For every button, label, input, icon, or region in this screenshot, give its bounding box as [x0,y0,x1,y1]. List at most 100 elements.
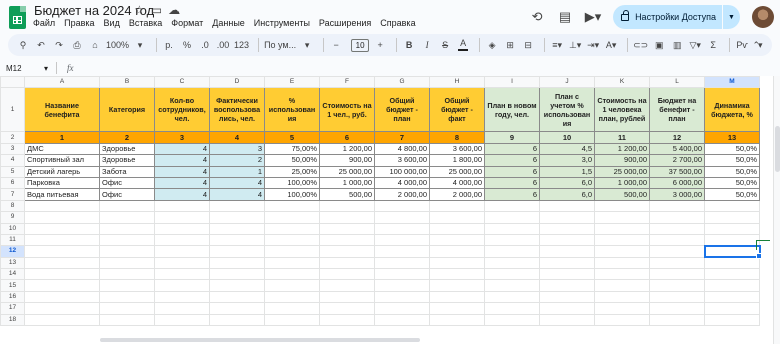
paint-format-icon[interactable]: ⌂ [88,36,102,54]
empty-cell[interactable] [429,222,485,235]
empty-cell[interactable] [264,222,320,235]
empty-cell[interactable] [24,313,100,327]
empty-cell[interactable] [319,222,375,235]
filter-icon[interactable]: ▽▾ [688,36,702,54]
table-cell[interactable]: 100,00% [264,176,320,190]
table-cell[interactable]: 4 000,00 [429,176,485,190]
empty-cell[interactable] [429,211,485,224]
column-number-cell[interactable]: 3 [154,131,210,144]
horizontal-align-icon[interactable]: ≡▾ [550,36,564,54]
empty-cell[interactable] [594,245,650,258]
share-dropdown-icon[interactable]: ▼ [722,5,740,29]
menu-data[interactable]: Данные [212,18,245,28]
empty-cell[interactable] [649,245,705,258]
table-cell[interactable]: 6,0 [539,188,595,201]
empty-cell[interactable] [704,256,760,270]
chevron-down-icon[interactable]: ▾ [44,64,48,73]
move-folder-icon[interactable]: ▭ [151,3,162,17]
increase-decimal-button[interactable]: .00 [216,36,230,54]
column-number-cell[interactable]: 12 [649,131,705,144]
vertical-align-icon[interactable]: ⊥▾ [568,36,582,54]
table-cell[interactable]: 6 [484,154,540,167]
menu-help[interactable]: Справка [380,18,415,28]
empty-cell[interactable] [704,302,760,315]
table-cell[interactable]: 2 000,00 [429,188,485,201]
header-cell[interactable]: Динамика бюджета, % [704,87,760,133]
empty-cell[interactable] [264,290,320,304]
table-cell[interactable]: 1 [209,165,265,178]
empty-cell[interactable] [374,211,430,224]
table-cell[interactable]: 1 000,00 [594,176,650,190]
empty-cell[interactable] [484,245,540,258]
table-cell[interactable]: Здоровье [99,142,155,156]
column-number-cell[interactable]: 4 [209,131,265,144]
row-header[interactable]: 4 [0,154,25,167]
functions-icon[interactable]: Σ [706,36,720,54]
undo-icon[interactable]: ↶ [34,36,48,54]
table-cell[interactable]: 25,00% [264,165,320,178]
empty-cell[interactable] [264,313,320,327]
row-header[interactable]: 8 [0,199,25,213]
empty-cell[interactable] [429,245,485,258]
table-cell[interactable]: 4 [154,154,210,167]
empty-cell[interactable] [704,290,760,304]
empty-cell[interactable] [704,211,760,224]
row-header[interactable]: 14 [0,268,25,281]
empty-cell[interactable] [24,222,100,235]
empty-cell[interactable] [484,233,540,247]
table-cell[interactable]: 6 [484,188,540,201]
table-cell[interactable]: Забота [99,165,155,178]
table-cell[interactable]: 900,00 [319,154,375,167]
empty-cell[interactable] [594,199,650,213]
table-cell[interactable]: 1 000,00 [319,176,375,190]
empty-cell[interactable] [539,233,595,247]
table-cell[interactable]: 1 200,00 [319,142,375,156]
table-cell[interactable]: Спортивный зал [24,154,100,167]
input-tools-button[interactable]: Рѵ [735,36,749,54]
column-header-j[interactable]: J [539,76,595,89]
font-size-input[interactable]: 10 [351,38,370,52]
empty-cell[interactable] [154,256,210,270]
empty-cell[interactable] [154,211,210,224]
row-header[interactable]: 18 [0,313,25,327]
table-cell[interactable]: 4 800,00 [374,142,430,156]
empty-cell[interactable] [209,302,265,315]
empty-cell[interactable] [429,313,485,327]
empty-cell[interactable] [154,268,210,281]
empty-cell[interactable] [209,290,265,304]
more-formats-button[interactable]: 123 [234,36,249,54]
table-cell[interactable]: 2 [209,154,265,167]
table-cell[interactable]: 4 000,00 [374,176,430,190]
column-number-cell[interactable]: 10 [539,131,595,144]
header-cell[interactable]: Кол-во сотрудников, чел. [154,87,210,133]
empty-cell[interactable] [594,302,650,315]
header-cell[interactable]: Бюджет на бенефит - план [649,87,705,133]
history-icon[interactable]: ⟲ [529,9,545,25]
scroll-thumb[interactable] [775,126,780,172]
empty-cell[interactable] [154,290,210,304]
comments-icon[interactable]: ▤ [557,9,573,25]
empty-cell[interactable] [704,222,760,235]
empty-cell[interactable] [319,313,375,327]
header-cell[interactable]: План в новом году, чел. [484,87,540,133]
empty-cell[interactable] [539,313,595,327]
empty-cell[interactable] [99,245,155,258]
column-header-a[interactable]: A [24,76,100,89]
table-cell[interactable]: ДМС [24,142,100,156]
empty-cell[interactable] [539,279,595,292]
empty-cell[interactable] [374,199,430,213]
empty-cell[interactable] [429,279,485,292]
empty-cell[interactable] [374,222,430,235]
chevron-down-icon[interactable]: ▾ [133,36,147,54]
column-header-f[interactable]: F [319,76,375,89]
table-cell[interactable]: Вода питьевая [24,188,100,201]
empty-cell[interactable] [649,302,705,315]
row-header[interactable]: 5 [0,165,25,178]
insert-link-icon[interactable]: ⊂⊃ [633,36,648,54]
column-number-cell[interactable]: 13 [704,131,760,144]
empty-cell[interactable] [649,268,705,281]
merge-cells-icon[interactable]: ⊟ [521,36,535,54]
table-cell[interactable]: 1 800,00 [429,154,485,167]
empty-cell[interactable] [704,268,760,281]
empty-cell[interactable] [99,233,155,247]
